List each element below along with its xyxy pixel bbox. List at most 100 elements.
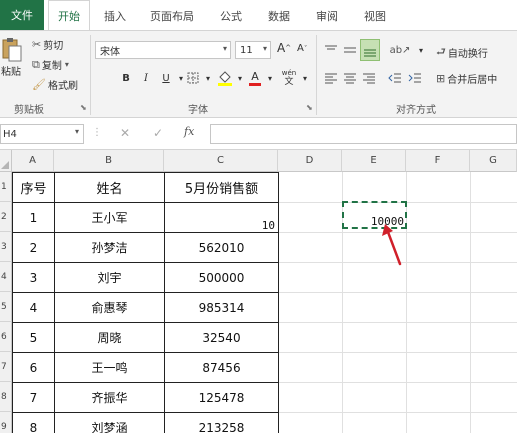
table-cell[interactable]: 87456 (165, 353, 278, 382)
align-right-button[interactable] (360, 69, 378, 87)
tab-view[interactable]: 视图 (364, 8, 386, 24)
column-header-b[interactable]: B (54, 150, 164, 172)
table-cell[interactable]: 刘宇 (55, 263, 164, 292)
align-left-icon (325, 73, 337, 84)
copy-button[interactable]: ⧉ 复制 ▾ (32, 57, 71, 73)
table-cell[interactable]: 4 (13, 293, 54, 322)
table-cell[interactable]: 7 (13, 383, 54, 412)
insert-function-icon[interactable]: fx (184, 125, 194, 138)
copy-label: 复制 (41, 61, 62, 72)
paste-button[interactable]: 粘贴 (0, 37, 22, 78)
orientation-button[interactable]: ab↗ (388, 41, 412, 59)
align-left-button[interactable] (322, 69, 340, 87)
table-header-cell[interactable]: 序号 (13, 173, 54, 202)
table-cell[interactable]: 985314 (165, 293, 278, 322)
tab-formulas[interactable]: 公式 (220, 8, 242, 24)
column-header-f[interactable]: F (406, 150, 470, 172)
table-header-cell[interactable]: 姓名 (55, 173, 164, 202)
table-cell[interactable]: 3 (13, 263, 54, 292)
shrink-font-button[interactable]: Aˇ (297, 43, 307, 54)
table-cell[interactable]: 王一鸣 (55, 353, 164, 382)
red-arrow-annotation (382, 224, 402, 266)
merge-center-button[interactable]: ⊞ 合并后居中 (436, 71, 497, 86)
grow-font-label: A (277, 41, 286, 55)
table-cell[interactable]: 125478 (165, 383, 278, 412)
cell-c2-value[interactable]: 10 (165, 218, 275, 232)
align-center-button[interactable] (341, 69, 359, 87)
format-painter-button[interactable]: 🖌 格式刷 (32, 77, 78, 92)
wrap-text-button[interactable]: ⮐ 自动换行 (436, 43, 488, 62)
decrease-indent-button[interactable] (386, 69, 404, 87)
chevron-down-icon[interactable]: ▾ (296, 69, 314, 87)
table-cell[interactable]: 32540 (165, 323, 278, 352)
chevron-down-icon: ▾ (222, 44, 227, 53)
confirm-icon[interactable]: ✓ (153, 126, 163, 140)
column-header-c[interactable]: C (164, 150, 278, 172)
tab-page-layout[interactable]: 页面布局 (150, 8, 194, 24)
table-border (278, 172, 279, 433)
tab-insert[interactable]: 插入 (104, 8, 126, 24)
grip-icon: ⋮ (92, 127, 102, 138)
select-all-corner[interactable] (0, 150, 12, 172)
clipboard-group-label: 剪贴板 (14, 105, 44, 116)
grow-font-button[interactable]: A ^ (277, 41, 291, 55)
column-header-e[interactable]: E (342, 150, 406, 172)
align-middle-button[interactable] (341, 41, 359, 59)
font-size-value: 11 (240, 44, 253, 56)
table-cell[interactable]: 齐振华 (55, 383, 164, 412)
table-cell[interactable]: 2 (13, 233, 54, 262)
tab-data[interactable]: 数据 (268, 8, 290, 24)
align-top-button[interactable] (322, 41, 340, 59)
row-header-1[interactable]: 1 (0, 172, 12, 202)
row-header-3[interactable]: 3 (0, 232, 12, 262)
formula-input[interactable] (210, 124, 517, 144)
table-cell[interactable]: 8 (13, 413, 54, 433)
decrease-indent-icon (388, 73, 401, 83)
table-cell[interactable]: 562010 (165, 233, 278, 262)
font-group-label: 字体 (188, 105, 208, 116)
table-cell[interactable]: 刘梦涵 (55, 413, 164, 433)
chevron-down-icon[interactable]: ▾ (412, 41, 430, 59)
row-header-2[interactable]: 2 (0, 202, 12, 232)
row-header-5[interactable]: 5 (0, 292, 12, 322)
chevron-down-icon[interactable]: ▾ (261, 69, 279, 87)
table-cell[interactable]: 王小军 (55, 203, 164, 232)
column-header-g[interactable]: G (470, 150, 517, 172)
column-header-d[interactable]: D (278, 150, 342, 172)
font-name-select[interactable]: 宋体 ▾ (95, 41, 231, 59)
tab-review[interactable]: 审阅 (316, 8, 338, 24)
chevron-down-icon[interactable]: ▾ (199, 69, 217, 87)
clipboard-launcher-icon[interactable]: ⬊ (80, 103, 87, 112)
table-cell[interactable]: 6 (13, 353, 54, 382)
cancel-icon[interactable]: ✕ (120, 126, 130, 140)
table-cell[interactable]: 5 (13, 323, 54, 352)
font-color-icon: A (251, 69, 259, 83)
chevron-down-icon: ▾ (262, 44, 267, 53)
tab-file[interactable]: 文件 (0, 0, 44, 30)
table-header-cell[interactable]: 5月份销售额 (165, 173, 278, 202)
name-box-value: H4 (3, 128, 17, 140)
row-header-8[interactable]: 8 (0, 382, 12, 412)
cut-button[interactable]: ✂ 剪切 (32, 37, 63, 52)
align-bottom-button[interactable] (360, 39, 380, 61)
worksheet-grid[interactable]: A B C D E F G 1 2 3 4 5 6 7 8 9 序号 姓名 5月… (0, 150, 517, 433)
table-cell[interactable]: 213258 (165, 413, 278, 433)
table-cell[interactable]: 周晓 (55, 323, 164, 352)
table-cell[interactable]: 孙梦洁 (55, 233, 164, 262)
table-cell[interactable]: 1 (13, 203, 54, 232)
row-header-9[interactable]: 9 (0, 412, 12, 433)
font-launcher-icon[interactable]: ⬊ (306, 103, 313, 112)
name-box[interactable]: H4 ▾ (0, 124, 84, 144)
copy-icon: ⧉ (32, 57, 40, 71)
table-cell[interactable]: 500000 (165, 263, 278, 292)
table-cell[interactable]: 俞惠琴 (55, 293, 164, 322)
column-header-a[interactable]: A (12, 150, 54, 172)
row-header-6[interactable]: 6 (0, 322, 12, 352)
font-size-select[interactable]: 11 ▾ (235, 41, 271, 59)
row-header-7[interactable]: 7 (0, 352, 12, 382)
row-header-4[interactable]: 4 (0, 262, 12, 292)
increase-indent-button[interactable] (406, 69, 424, 87)
bold-button[interactable]: B (117, 69, 135, 87)
italic-button[interactable]: I (137, 69, 155, 87)
tab-home[interactable]: 开始 (48, 0, 90, 30)
